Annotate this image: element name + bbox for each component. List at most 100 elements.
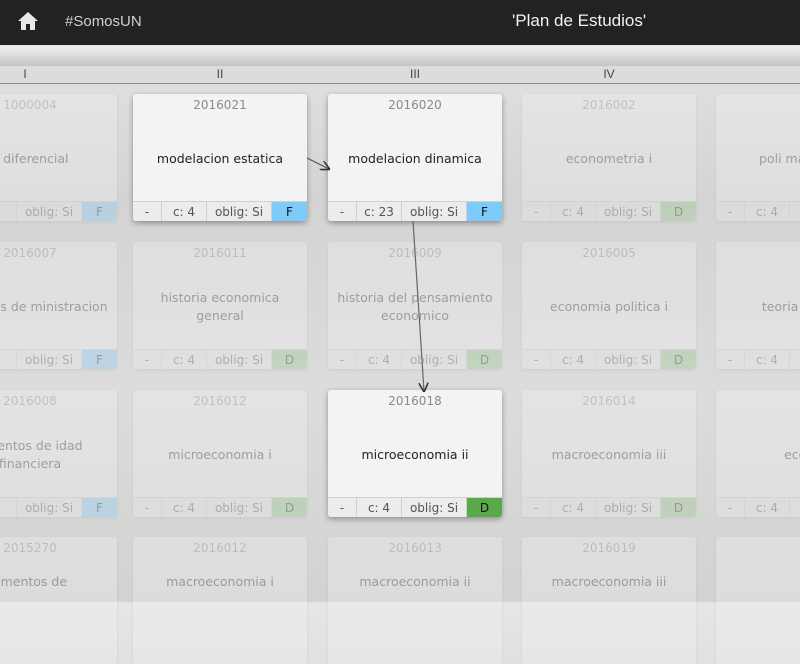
course-name: teoria mo firr [761,299,800,314]
course-card[interactable]: 2016012 macroeconomia i [133,537,307,664]
course-name: macroeconomia ii [359,574,471,589]
footer-dash: - [328,498,357,517]
course-code: 2016019 [582,541,636,555]
course-footer: - c: 4 oblig: Si D [328,497,502,517]
type-badge: D [661,498,696,517]
course-card-historia-economica[interactable]: 2016011 historia economica general - c: … [133,242,307,369]
type-badge: F [272,202,307,221]
course-card-microeconomia-i[interactable]: 2016012 microeconomia i - c: 4 oblig: Si… [133,390,307,517]
footer-dash: - [133,350,162,369]
course-footer: - c: 4 oblig: Si D [133,497,307,517]
prerequisite-arrow [306,157,329,169]
type-badge: D [272,498,307,517]
course-footer: - oblig: Si F [0,497,117,517]
course-card-historia-pensamiento[interactable]: 2016009 historia del pensamiento economi… [328,242,502,369]
footer-dash: - [716,202,745,221]
footer-dash: - [522,498,551,517]
course-card[interactable]: poli macroeco - c: 4 [716,94,800,221]
course-card[interactable]: 2016013 macroeconomia ii [328,537,502,664]
credits: c: 4 [162,202,207,221]
course-card-microeconomia-ii[interactable]: 2016018 microeconomia ii - c: 4 oblig: S… [328,390,502,517]
level-label-1: I [23,67,27,81]
credits: c: 4 [357,350,402,369]
course-footer: - c: 4 [716,201,800,221]
level-label-4: IV [603,67,615,81]
type-badge: F [82,350,117,369]
course-name: o diferencial [0,151,69,166]
course-card[interactable]: 2016008 amentos de idad financiera - obl… [0,390,117,517]
obligatory: oblig: Si [207,202,272,221]
semester-bar [0,46,800,67]
course-card[interactable]: 2016019 macroeconomia iii [522,537,696,664]
obligatory: oblig: Si [596,350,661,369]
obligatory: oblig: Si [17,498,82,517]
course-card[interactable] [716,537,800,664]
course-card-macroeconomia-iii[interactable]: 2016014 macroeconomia iii - c: 4 oblig: … [522,390,696,517]
course-footer: - oblig: Si F [0,349,117,369]
obligatory: oblig: Si [207,350,272,369]
footer-dash: - [133,202,162,221]
footer-dash: - [522,202,551,221]
course-card-modelacion-estatica[interactable]: 2016021 modelacion estatica - c: 4 oblig… [133,94,307,221]
credits: c: 4 [551,202,596,221]
course-footer: - c: 4 oblig: Si F [133,201,307,221]
course-code: 2016014 [582,394,636,408]
type-badge: D [272,350,307,369]
course-name: modelacion dinamica [348,151,482,166]
course-code: 2016020 [388,98,442,112]
credits: c: 4 [745,202,790,221]
course-card[interactable]: 2016007 amentos de ministracion - oblig:… [0,242,117,369]
course-code: 2016021 [193,98,247,112]
course-footer: - c: 4 oblig: Si D [328,349,502,369]
course-footer: - c: 23 oblig: Si F [328,201,502,221]
course-footer: - c: 4 [716,497,800,517]
course-code: 2016005 [582,246,636,260]
credits [0,202,17,221]
course-name: econo [784,447,800,462]
course-card[interactable]: 1000004 o diferencial - oblig: Si F [0,94,117,221]
course-footer: - c: 4 oblig: Si D [522,349,696,369]
course-card-econometria[interactable]: 2016002 econometria i - c: 4 oblig: Si D [522,94,696,221]
credits [0,498,17,517]
course-footer: - c: 4 oblig: Si D [522,201,696,221]
somosun-link[interactable]: #SomosUN [65,13,142,30]
course-code: 2016002 [582,98,636,112]
obligatory: oblig: Si [402,498,467,517]
course-card[interactable]: econo - c: 4 [716,390,800,517]
course-card-economia-politica[interactable]: 2016005 economia politica i - c: 4 oblig… [522,242,696,369]
course-card[interactable]: teoria mo firr - c: 4 [716,242,800,369]
type-badge: F [82,202,117,221]
page-title: 'Plan de Estudios' [512,11,647,30]
course-name: macroeconomia iii [551,574,667,589]
course-name: microeconomia ii [361,447,469,462]
credits [0,350,17,369]
course-name: historia economica general [160,290,280,323]
footer-dash: - [328,202,357,221]
footer-dash: - [133,498,162,517]
course-code: 2016018 [388,394,442,408]
course-card[interactable]: 2015270 amentos de [0,537,117,664]
course-code: 2016008 [3,394,57,408]
obligatory [790,498,800,517]
credits: c: 4 [551,350,596,369]
home-icon[interactable] [16,10,40,32]
course-code: 2015270 [3,541,57,555]
obligatory: oblig: Si [596,202,661,221]
course-card-modelacion-dinamica[interactable]: 2016020 modelacion dinamica - c: 23 obli… [328,94,502,221]
obligatory: oblig: Si [402,350,467,369]
credits: c: 23 [357,202,402,221]
course-code: 2016011 [193,246,247,260]
obligatory: oblig: Si [17,202,82,221]
course-name: econometria i [565,151,653,166]
type-badge: F [82,498,117,517]
course-code: 2016013 [388,541,442,555]
footer-dash: - [716,350,745,369]
course-code: 2016012 [193,394,247,408]
course-name: economia politica i [550,299,668,314]
course-footer: - c: 4 oblig: Si D [522,497,696,517]
course-footer: - oblig: Si F [0,201,117,221]
type-badge: F [467,202,502,221]
course-name: amentos de idad financiera [0,438,83,471]
footer-dash: - [328,350,357,369]
course-name: microeconomia i [168,447,272,462]
